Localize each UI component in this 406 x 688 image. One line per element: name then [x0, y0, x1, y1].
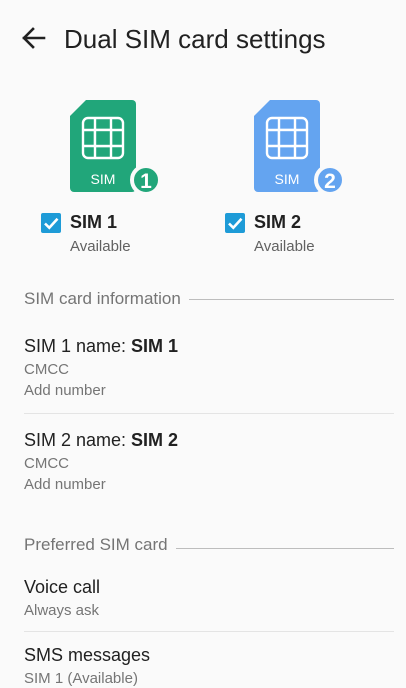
- sim-2-add-number[interactable]: Add number: [24, 476, 394, 493]
- sim-1-checkbox[interactable]: [40, 212, 62, 234]
- sim-card-label: SIM: [275, 171, 300, 187]
- sim-2-panel: SIM 2 SIM 2 Available: [225, 100, 370, 260]
- sim-card-icon: SIM 1: [70, 100, 162, 196]
- section-header-preferred: Preferred SIM card: [24, 535, 176, 555]
- sim-1-name-row: SIM 1 name: SIM 1: [24, 336, 394, 357]
- page-title: Dual SIM card settings: [64, 24, 326, 54]
- sim-2-checkbox[interactable]: [224, 212, 246, 234]
- list-divider: [24, 413, 394, 414]
- sim-name-value: SIM 1: [131, 336, 179, 356]
- voice-call-title: Voice call: [24, 577, 101, 597]
- arrow-back-icon: [22, 27, 46, 49]
- sms-messages-value: SIM 1 (Available): [24, 670, 138, 687]
- sim-card-label: SIM: [91, 171, 116, 187]
- voice-call-value: Always ask: [24, 602, 100, 619]
- sim-name-prefix: SIM 2 name:: [24, 430, 132, 450]
- sim-name-prefix: SIM 1 name:: [24, 336, 132, 356]
- sim-2-name-item[interactable]: SIM 2 name: SIM 2 CMCC Add number: [24, 430, 394, 493]
- section-header-sim-info: SIM card information: [24, 289, 189, 309]
- sim-2-status: Available: [254, 238, 315, 255]
- sim-2-label: SIM 2: [254, 212, 302, 232]
- sim-1-carrier: CMCC: [24, 361, 69, 378]
- sim-badge-number: 1: [140, 170, 152, 193]
- sim-1-panel: SIM 1 SIM 1 Available: [41, 100, 186, 260]
- sms-messages-title: SMS messages: [24, 645, 151, 665]
- sim-1-name-item[interactable]: SIM 1 name: SIM 1 CMCC Add number: [24, 336, 394, 399]
- sim-1-label: SIM 1: [70, 212, 118, 232]
- sim-name-value: SIM 2: [131, 430, 179, 450]
- sim-badge-number: 2: [324, 170, 336, 193]
- voice-call-item[interactable]: Voice call Always ask: [24, 577, 394, 619]
- back-button[interactable]: [18, 22, 50, 54]
- sms-messages-item[interactable]: SMS messages SIM 1 (Available): [24, 645, 394, 687]
- sim-1-add-number[interactable]: Add number: [24, 382, 394, 399]
- sim-2-name-row: SIM 2 name: SIM 2: [24, 430, 394, 451]
- list-divider: [24, 631, 394, 632]
- sim-card-icon: SIM 2: [254, 100, 346, 196]
- sim-2-carrier: CMCC: [24, 455, 69, 472]
- sim-1-status: Available: [70, 238, 131, 255]
- app-bar: Dual SIM card settings: [0, 0, 406, 84]
